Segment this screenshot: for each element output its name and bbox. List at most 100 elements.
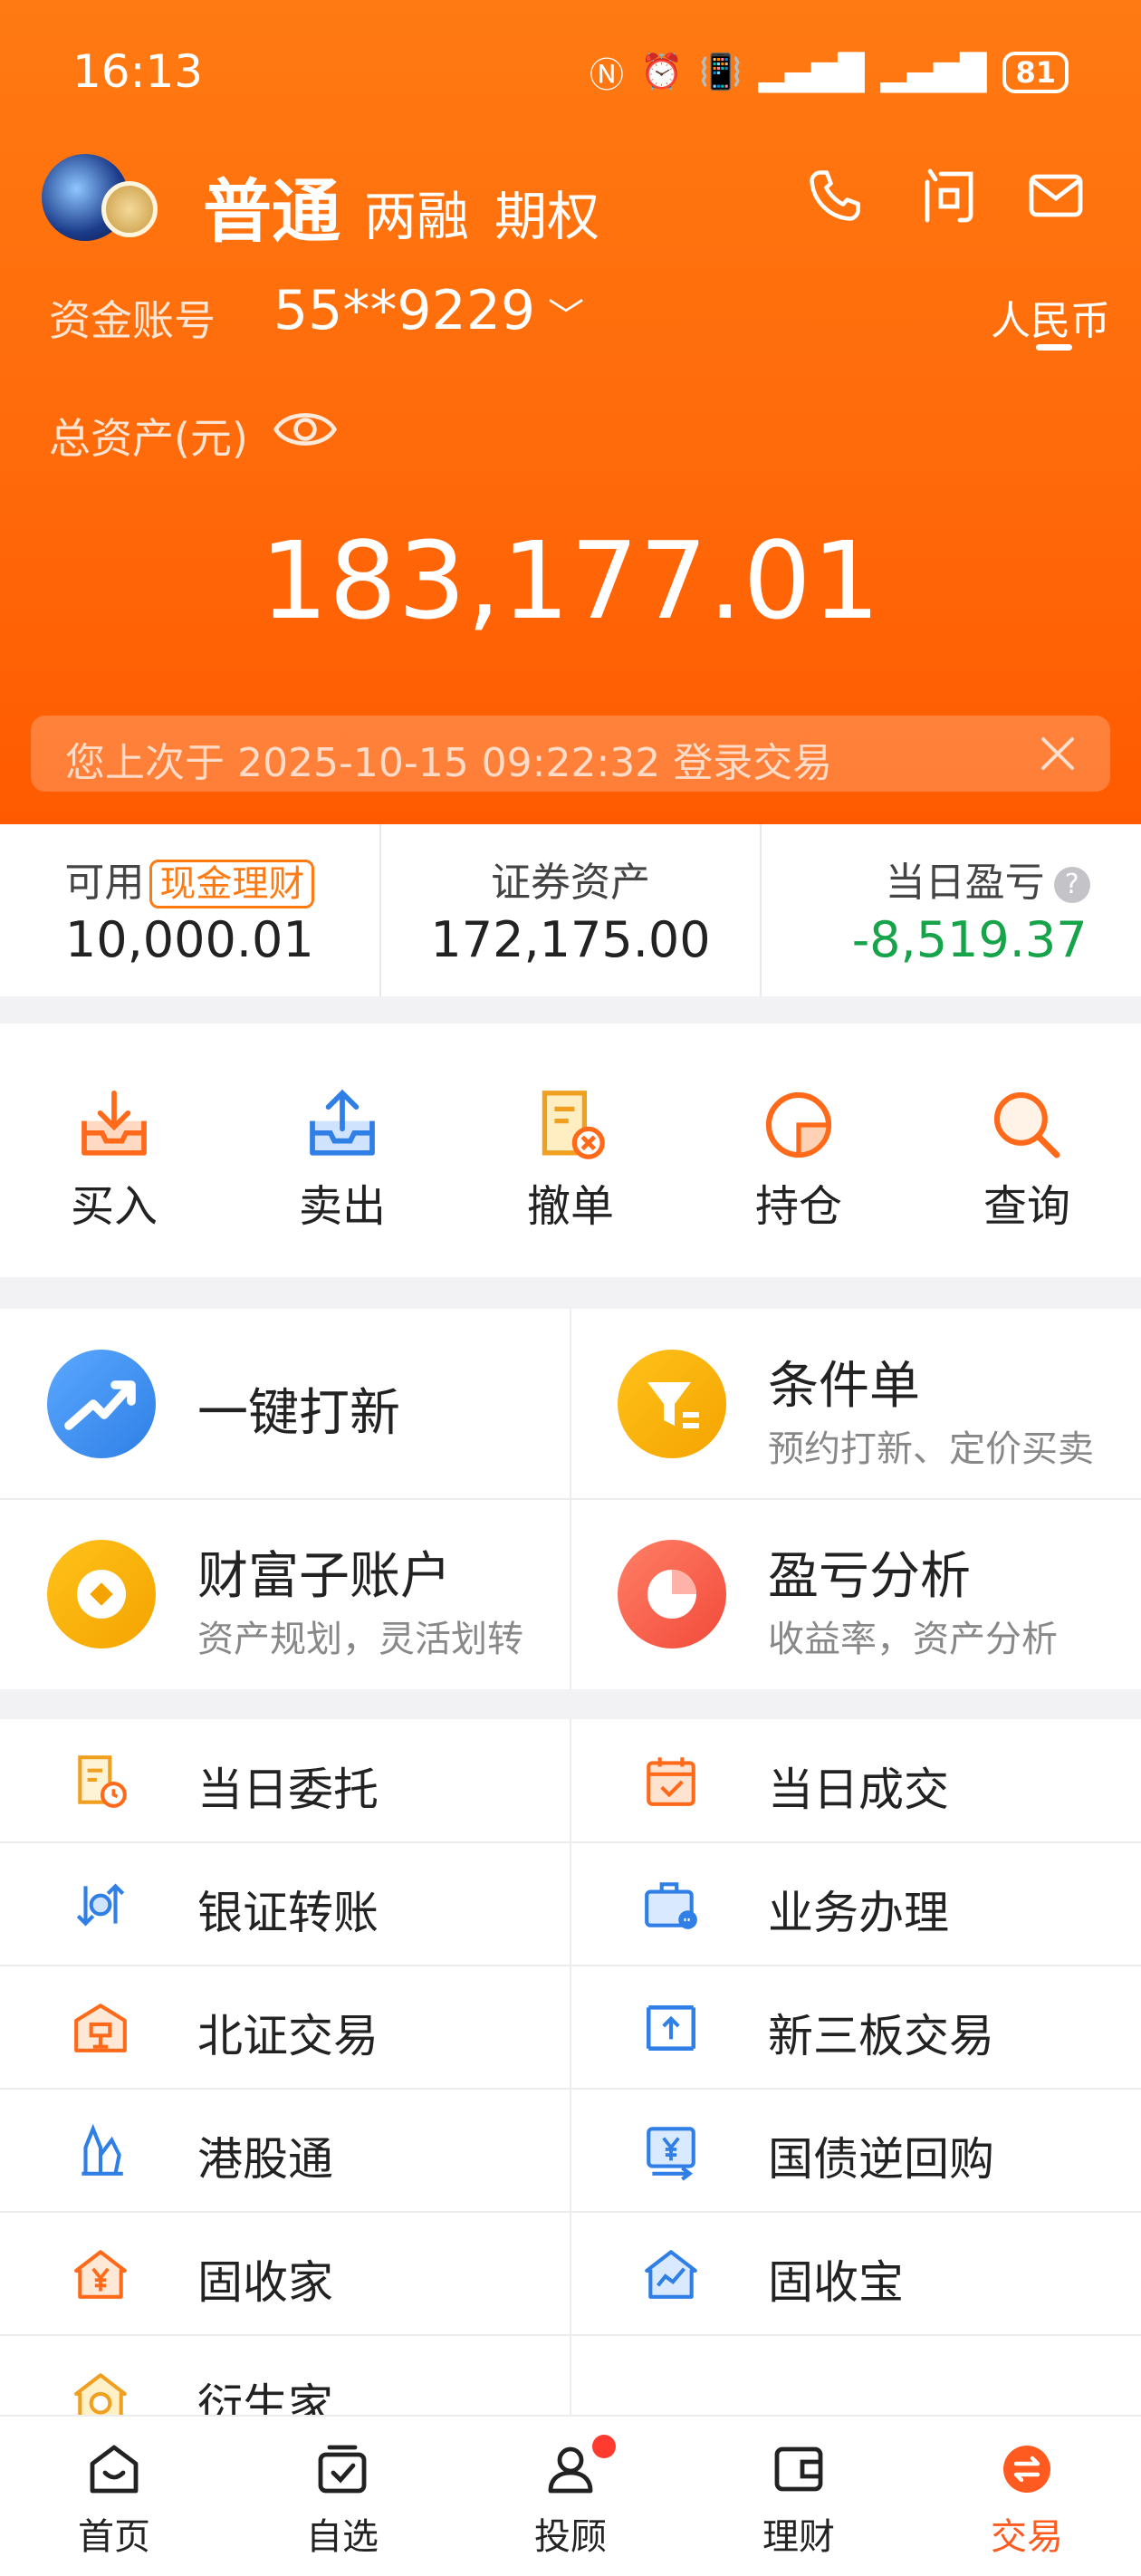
tab-normal-account[interactable]: 普通 [203, 156, 340, 255]
sell-label: 卖出 [298, 1181, 386, 1232]
currency-underline [1036, 344, 1072, 351]
alarm-icon: ⏰ [640, 52, 684, 91]
ipo-icon [47, 1350, 156, 1458]
query-button[interactable]: 查询 [913, 1024, 1141, 1277]
tab-home[interactable]: 首页 [0, 2417, 228, 2576]
menu-divider [0, 2334, 1141, 2336]
notification-dot [592, 2435, 616, 2458]
calendar-check-icon [647, 1757, 695, 1806]
securities-assets-label: 证券资产 [491, 860, 650, 906]
buy-button[interactable]: 买入 [0, 1024, 228, 1277]
securities-assets-cell[interactable]: 证券资产 172,175.00 [381, 824, 762, 996]
menu-label-today-deals: 当日成交 [768, 1764, 949, 1816]
menu-item-fixed-income-treasure[interactable]: 固收宝 [570, 2212, 1141, 2335]
menu-item-business-handling[interactable]: 业务办理 [570, 1842, 1141, 1966]
level-badge-icon [101, 181, 158, 237]
eye-icon[interactable] [272, 404, 339, 455]
menu-item-fixed-income-home[interactable]: 固收家 [0, 2212, 570, 2335]
menu-item-bank-transfer[interactable]: 银证转账 [0, 1842, 570, 1966]
pie-chart-icon [618, 1540, 726, 1648]
message-icon[interactable] [1023, 163, 1088, 228]
cancel-order-button[interactable]: 撤单 [456, 1024, 685, 1277]
neeq-icon [646, 2005, 696, 2051]
securities-assets-value: 172,175.00 [430, 911, 711, 968]
tab-advisor[interactable]: 投顾 [456, 2417, 685, 2576]
bottom-tab-bar: 首页 自选 投顾 理财 交易 [0, 2415, 1141, 2576]
tab-watchlist[interactable]: 自选 [228, 2417, 456, 2576]
status-time: 16:13 [72, 45, 204, 98]
menu-item-treasury-repo[interactable]: 国债逆回购 [570, 2089, 1141, 2212]
sell-icon [310, 1089, 375, 1156]
ask-icon[interactable] [916, 163, 982, 228]
menu-label-today-orders: 当日委托 [197, 1764, 379, 1816]
trade-icon [1003, 2446, 1050, 2493]
buy-icon [82, 1090, 147, 1156]
menu-item-bse-trading[interactable]: 北证交易 [0, 1966, 570, 2089]
nfc-icon: Ⓝ [589, 55, 624, 95]
pnl-analysis-title: 盈亏分析 [768, 1547, 971, 1606]
menu-item-neeq-trading[interactable]: 新三板交易 [570, 1966, 1141, 2089]
tab-options-account[interactable]: 期权 [494, 174, 599, 250]
help-icon[interactable]: ? [1053, 867, 1090, 903]
search-icon [993, 1091, 1060, 1158]
menu-item-hk-connect[interactable]: 港股通 [0, 2089, 570, 2212]
buy-label: 买入 [70, 1181, 158, 1232]
battery-indicator: 81 [1002, 51, 1069, 93]
available-cash-cell[interactable]: 可用 现金理财 10,000.01 [0, 824, 381, 996]
total-assets-value: 183,177.01 [260, 518, 881, 643]
wallet-icon [774, 2446, 823, 2492]
menu-label-bse-trading: 北证交易 [197, 2010, 379, 2062]
account-number: 55**9229 [273, 279, 536, 342]
fixed-income-home-icon [74, 2250, 127, 2299]
tab-margin-account[interactable]: 两融 [364, 174, 469, 250]
currency-selector[interactable]: 人民币 [991, 288, 1110, 346]
sell-button[interactable]: 卖出 [228, 1024, 456, 1277]
phone-icon[interactable] [802, 163, 868, 228]
ipo-title: 一键打新 [197, 1384, 400, 1443]
close-icon[interactable] [1036, 732, 1079, 775]
filter-icon [618, 1350, 726, 1458]
pnl-analysis-card[interactable]: 盈亏分析 收益率，资产分析 [570, 1499, 1141, 1689]
cancel-order-icon [542, 1091, 605, 1159]
tab-advisor-label: 投顾 [534, 2516, 607, 2558]
positions-button[interactable]: 持仓 [685, 1024, 913, 1277]
ipo-one-click-card[interactable]: 一键打新 [0, 1309, 570, 1499]
feature-divider-h [0, 1498, 1141, 1500]
conditional-order-card[interactable]: 条件单 预约打新、定价买卖 [570, 1309, 1141, 1499]
treasury-repo-icon [647, 2127, 695, 2181]
menu-divider [0, 1965, 1141, 1966]
cancel-order-label: 撤单 [526, 1181, 614, 1232]
tab-wealth[interactable]: 理财 [685, 2417, 913, 2576]
menu-label-bank-transfer: 银证转账 [197, 1887, 379, 1939]
account-selector[interactable]: 55**9229 ﹀ [273, 279, 584, 342]
daily-pnl-value: -8,519.37 [851, 911, 1088, 968]
transfer-icon [76, 1883, 125, 1927]
daily-pnl-label: 当日盈亏 [885, 860, 1045, 906]
menu-item-today-orders[interactable]: 当日委托 [0, 1719, 570, 1842]
menu-label-neeq-trading: 新三板交易 [768, 2010, 994, 2062]
wealth-sub-account-card[interactable]: 财富子账户 资产规划，灵活划转 [0, 1499, 570, 1689]
menu-label-fixed-income-treasure: 固收宝 [768, 2256, 904, 2309]
chevron-down-icon: ﹀ [548, 296, 585, 338]
menu-divider-v [570, 1719, 571, 2426]
menu-divider [0, 2088, 1141, 2090]
menu-label-hk-connect: 港股通 [197, 2133, 333, 2186]
vibrate-icon: 📳 [699, 52, 743, 91]
daily-pnl-cell[interactable]: 当日盈亏? -8,519.37 [762, 824, 1141, 996]
quick-actions: 买入 卖出 撤单 持仓 查询 [0, 1024, 1141, 1277]
conditional-order-subtitle: 预约打新、定价买卖 [768, 1428, 1094, 1470]
menu-label-treasury-repo: 国债逆回购 [768, 2133, 994, 2186]
hk-connect-icon [82, 2123, 123, 2176]
total-assets-label: 总资产(元) [49, 414, 248, 463]
menu-divider [0, 2211, 1141, 2213]
account-header: 16:13 Ⓝ ⏰ 📳 ▂▄▆█ ▂▄▆█ 81 普通 两融 期权 资金账号 5… [0, 0, 1141, 824]
menu-label-fixed-income-home: 固收家 [197, 2256, 333, 2309]
tab-trade[interactable]: 交易 [913, 2417, 1141, 2576]
cash-wealth-tag[interactable]: 现金理财 [149, 860, 315, 908]
feature-grid: 一键打新 条件单 预约打新、定价买卖 财富子账户 资产规划，灵活划转 盈亏分析 … [0, 1309, 1141, 1689]
available-value: 10,000.01 [64, 911, 314, 968]
menu-item-today-deals[interactable]: 当日成交 [570, 1719, 1141, 1842]
briefcase-icon [645, 1882, 697, 1929]
last-login-notice: 您上次于 2025-10-15 09:22:32 登录交易 [31, 716, 1110, 792]
signal-icon: ▂▄▆█ [758, 52, 865, 92]
